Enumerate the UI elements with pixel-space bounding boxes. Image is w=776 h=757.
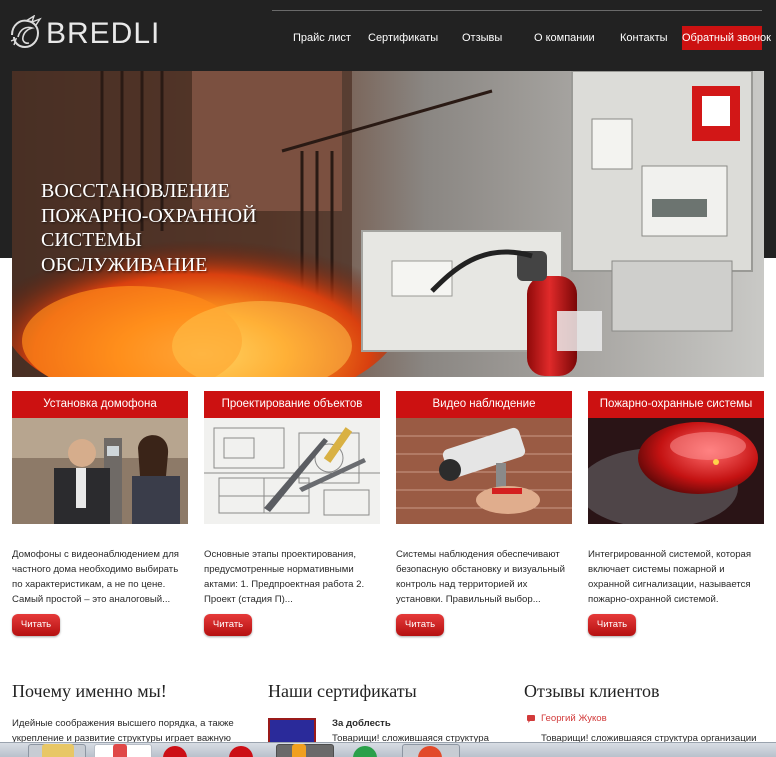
opera-icon[interactable] bbox=[163, 746, 187, 757]
hero-banner: Восстановление пожарно-охранной системы … bbox=[12, 71, 764, 377]
nav-item-reviews[interactable]: Отзывы bbox=[462, 26, 502, 50]
nav-item-certificates[interactable]: Сертификаты bbox=[368, 26, 438, 50]
service-card-title[interactable]: Видео наблюдение bbox=[396, 391, 572, 418]
certificates-title: Наши сертификаты bbox=[268, 681, 417, 701]
service-card-title[interactable]: Установка домофона bbox=[12, 391, 188, 418]
cctv-camera-photo[interactable] bbox=[396, 418, 572, 524]
blueprint-photo[interactable] bbox=[204, 418, 380, 524]
hero-title: Восстановление пожарно-охранной системы … bbox=[41, 179, 341, 277]
hero-title-line: обслуживание bbox=[41, 253, 208, 276]
read-more-button[interactable]: Читать bbox=[12, 614, 60, 636]
service-card-title[interactable]: Проектирование объектов bbox=[204, 391, 380, 418]
certificate-item-title[interactable]: За доблесть bbox=[332, 716, 391, 731]
hero-title-line: пожарно-охранной bbox=[41, 204, 257, 227]
nav-divider bbox=[272, 10, 762, 11]
service-card-text: Системы наблюдения обеспечивают безопасн… bbox=[396, 549, 566, 605]
hero-title-line: системы bbox=[41, 229, 142, 251]
read-more-button[interactable]: Читать bbox=[396, 614, 444, 636]
speech-bubble-icon bbox=[527, 715, 535, 723]
os-taskbar bbox=[0, 742, 776, 757]
service-card-text: Интегрированной системой, которая включа… bbox=[588, 549, 752, 605]
service-card-text: Основные этапы проектирования, предусмот… bbox=[204, 549, 365, 605]
read-more-button[interactable]: Читать bbox=[204, 614, 252, 636]
nav-item-about[interactable]: О компании bbox=[534, 26, 595, 50]
service-card-video: Видео наблюдение Системы наблюдения обес… bbox=[396, 391, 572, 636]
main-navigation: Прайс лист Сертификаты Отзывы О компании… bbox=[272, 26, 771, 50]
service-card-intercom: Установка домофона Домофоны с видеонаблю… bbox=[12, 391, 188, 636]
read-more-button[interactable]: Читать bbox=[588, 614, 636, 636]
app-icon bbox=[113, 744, 127, 757]
review-author[interactable]: Георгий Жуков bbox=[541, 713, 607, 724]
reviews-title: Отзывы клиентов bbox=[524, 681, 660, 701]
hero-title-line: Восстановление bbox=[41, 180, 230, 202]
intercom-photo[interactable] bbox=[12, 418, 188, 524]
service-card-text: Домофоны с видеонаблюдением для частного… bbox=[12, 549, 180, 605]
service-card-design: Проектирование объектов Основные этапы п… bbox=[204, 391, 380, 636]
nav-item-price-list[interactable]: Прайс лист bbox=[293, 26, 351, 50]
callback-button[interactable]: Обратный звонок bbox=[682, 26, 771, 50]
nav-item-contacts[interactable]: Контакты bbox=[620, 26, 668, 50]
why-us-title: Почему именно мы! bbox=[12, 681, 167, 701]
service-card-title[interactable]: Пожарно-охранные системы bbox=[588, 391, 764, 418]
logo[interactable]: BREDLI bbox=[8, 14, 160, 54]
bird-logo-icon bbox=[10, 15, 42, 49]
why-us-text-line: Идейные соображения высшего порядка, а т… bbox=[12, 718, 234, 729]
folder-icon bbox=[42, 744, 74, 757]
messenger-icon[interactable] bbox=[353, 746, 377, 757]
app-icon bbox=[292, 744, 306, 757]
logo-text: BREDLI bbox=[46, 17, 161, 50]
smoke-detector-photo[interactable] bbox=[588, 418, 764, 524]
service-card-fire-security: Пожарно-охранные системы Интегрированной… bbox=[588, 391, 764, 636]
opera-icon[interactable] bbox=[229, 746, 253, 757]
